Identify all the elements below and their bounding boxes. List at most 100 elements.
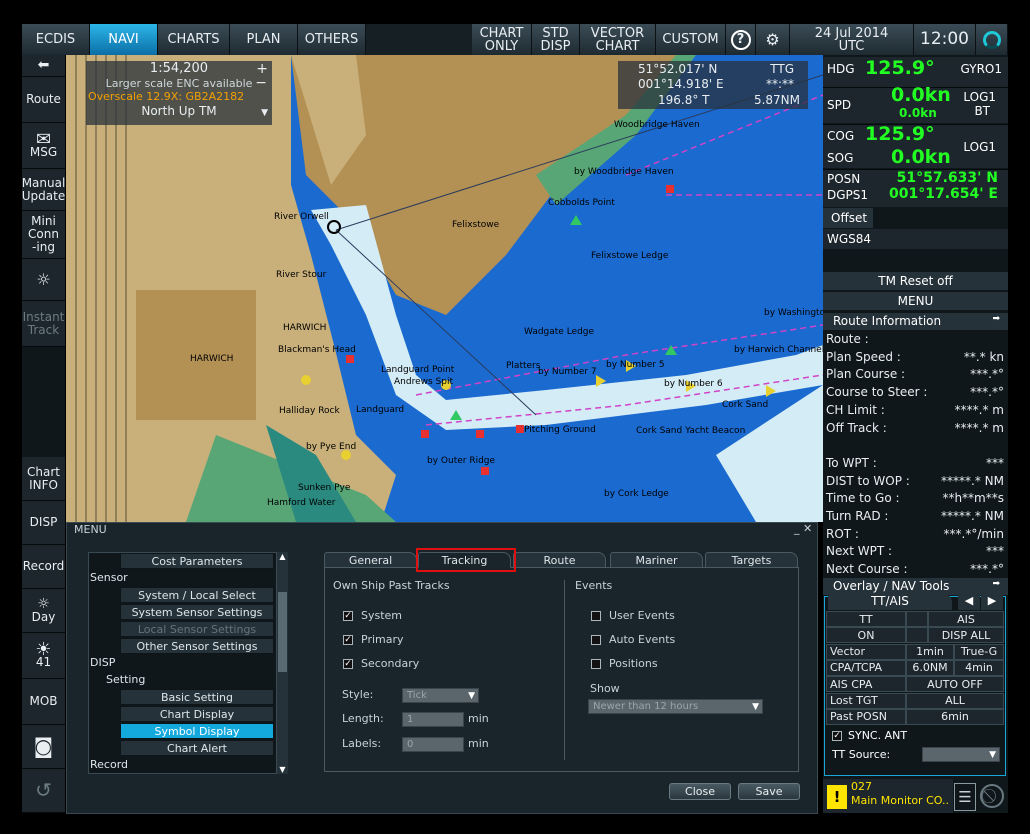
tab-ecdis[interactable]: ECDIS <box>22 24 90 55</box>
tab-charts[interactable]: CHARTS <box>158 24 230 55</box>
brightness-button[interactable]: ☀ 41 <box>22 633 65 679</box>
tab-targets[interactable]: Targets <box>705 552 798 568</box>
menu-close-icon[interactable]: _ ✕ <box>794 522 812 535</box>
tt-source-dropdown[interactable]: ▼ <box>922 747 1000 762</box>
mob-button[interactable]: MOB <box>22 679 65 725</box>
tt-ais-cell[interactable]: 1min <box>906 643 954 660</box>
tt-ais-cell[interactable]: AIS CPA <box>826 676 906 693</box>
next-arrow-icon[interactable]: ▶ <box>981 594 1003 610</box>
menu-item[interactable]: System Sensor Settings <box>120 604 274 620</box>
labels-input[interactable]: 0 <box>402 737 464 752</box>
undo-icon[interactable]: ↺ <box>22 769 65 813</box>
menu-item[interactable]: System / Local Select <box>120 587 274 603</box>
tab-navi[interactable]: NAVI <box>90 24 158 55</box>
cursor-lon: 001°14.918' E <box>638 77 724 91</box>
tt-ais-cell[interactable]: ALL <box>906 692 1004 709</box>
tab-mariner[interactable]: Mariner <box>610 552 703 568</box>
tt-ais-cell[interactable]: AUTO OFF <box>906 676 1004 693</box>
chart-only-line2: ONLY <box>484 38 519 54</box>
menu-list-scrollbar[interactable]: ▲ ▼ <box>276 552 288 774</box>
menu-item[interactable]: Chart Display <box>120 706 274 722</box>
tt-ais-cell[interactable]: ON <box>826 627 906 644</box>
dropdown-arrow-icon[interactable]: ▼ <box>261 108 268 118</box>
day-button[interactable]: ☼ Day <box>22 589 65 633</box>
system-track-checkbox[interactable]: ✓ <box>343 611 353 621</box>
tt-ais-cell[interactable]: Vector <box>826 643 906 660</box>
mute-icon[interactable]: ⃠ <box>980 784 1004 808</box>
secondary-track-checkbox[interactable]: ✓ <box>343 659 353 669</box>
scroll-down-icon[interactable]: ▼ <box>277 765 288 774</box>
tt-ais-cell[interactable]: TT <box>826 611 906 627</box>
scale-box: 1:54,200 Larger scale ENC available Over… <box>86 61 272 125</box>
overlay-nav-header[interactable]: Overlay / NAV Tools ➡ <box>823 578 1008 595</box>
menu-button[interactable]: MENU <box>823 292 1008 310</box>
tab-plan[interactable]: PLAN <box>230 24 298 55</box>
vector-chart-button[interactable]: VECTOR CHART <box>580 24 656 55</box>
tt-ais-cell[interactable]: 6min <box>906 708 1004 725</box>
menu-item[interactable]: Cost Parameters <box>120 553 274 569</box>
disp-button[interactable]: DISP <box>22 501 65 545</box>
instant-track-button[interactable]: Instant Track <box>22 301 65 347</box>
alert-list-icon[interactable]: ☰ <box>954 783 976 811</box>
record-button[interactable]: Record <box>22 545 65 589</box>
help-icon[interactable]: ? <box>726 24 756 55</box>
tab-general[interactable]: General <box>324 552 417 568</box>
auto-events-checkbox[interactable] <box>591 635 601 645</box>
route-button[interactable]: Route <box>22 77 65 123</box>
tt-ais-cell[interactable]: Lost TGT <box>826 692 906 709</box>
chart-only-button[interactable]: CHART ONLY <box>472 24 532 55</box>
tt-ais-tab[interactable]: TT/AIS <box>828 594 952 610</box>
user-events-checkbox[interactable] <box>591 611 601 621</box>
zoom-out-icon[interactable]: − <box>255 75 267 91</box>
tt-ais-cell[interactable]: CPA/TCPA <box>826 659 906 676</box>
chart-label-outer-ridge: by Outer Ridge <box>427 456 496 466</box>
tt-ais-cell[interactable] <box>906 627 928 644</box>
satellite-icon[interactable]: ⚙ <box>756 24 790 55</box>
tt-ais-cell[interactable]: 6.0NM <box>906 659 954 676</box>
scroll-up-icon[interactable]: ▲ <box>277 552 288 561</box>
std-disp-button[interactable]: STD DISP <box>532 24 580 55</box>
close-button[interactable]: Close <box>669 783 731 800</box>
tab-route[interactable]: Route <box>513 552 606 568</box>
chart-view[interactable]: River Orwell Felixstowe Cobbolds Point b… <box>66 55 823 522</box>
chart-info-button[interactable]: Chart INFO <box>22 457 65 501</box>
menu-item[interactable]: Local Sensor Settings <box>120 621 274 637</box>
camera-icon[interactable]: ◙ <box>22 725 65 769</box>
menu-item[interactable]: Other Sensor Settings <box>120 638 274 654</box>
mini-conning-button[interactable]: Mini Conn -ing <box>22 211 65 259</box>
show-dropdown[interactable]: Newer than 12 hours ▼ <box>588 699 763 714</box>
alert-area[interactable]: ! 027 Main Monitor CO.. <box>823 779 953 813</box>
length-input[interactable]: 1 <box>402 712 464 727</box>
save-button[interactable]: Save <box>738 783 800 800</box>
back-arrow-icon[interactable]: ⬅ <box>22 55 65 77</box>
tt-ais-cell[interactable]: AIS <box>928 611 1004 627</box>
menu-item[interactable]: Basic Setting <box>120 689 274 705</box>
tt-ais-cell[interactable]: DISP ALL <box>928 627 1004 644</box>
menu-item[interactable]: Symbol Display <box>120 723 274 739</box>
primary-track-checkbox[interactable]: ✓ <box>343 635 353 645</box>
tt-ais-cell[interactable] <box>906 611 928 627</box>
chart-label-number-5: by Number 5 <box>606 360 665 370</box>
scroll-thumb[interactable] <box>278 592 287 672</box>
custom-button[interactable]: CUSTOM <box>656 24 726 55</box>
sync-ant-checkbox[interactable]: ✓ <box>832 731 842 741</box>
tt-ais-cell[interactable]: True-G <box>954 643 1004 660</box>
tt-ais-cell[interactable]: 4min <box>954 659 1004 676</box>
positions-checkbox[interactable] <box>591 659 601 669</box>
tm-reset-button[interactable]: TM Reset off <box>823 272 1008 290</box>
orientation-selector[interactable]: North Up TM <box>86 103 272 119</box>
brightness-weather-icon[interactable]: ☼ <box>22 259 65 301</box>
tt-ais-cell[interactable]: Past POSN <box>826 708 906 725</box>
msg-button[interactable]: ✉ MSG <box>22 123 65 169</box>
vector-chart-line1: VECTOR <box>590 25 645 41</box>
prev-arrow-icon[interactable]: ◀ <box>958 594 980 610</box>
tab-others[interactable]: OTHERS <box>298 24 366 55</box>
offset-button[interactable]: Offset <box>823 208 873 228</box>
manual-update-button[interactable]: Manual Update <box>22 169 65 211</box>
chart-label-platters: Platters <box>506 361 541 371</box>
status-ring-icon[interactable] <box>976 24 1008 55</box>
chart-label-cork-sand-yacht: Cork Sand Yacht Beacon <box>636 426 746 436</box>
menu-item[interactable]: Chart Alert <box>120 740 274 756</box>
route-info-header[interactable]: Route Information ➡ <box>823 313 1008 330</box>
style-dropdown[interactable]: Tick ▼ <box>402 688 479 703</box>
